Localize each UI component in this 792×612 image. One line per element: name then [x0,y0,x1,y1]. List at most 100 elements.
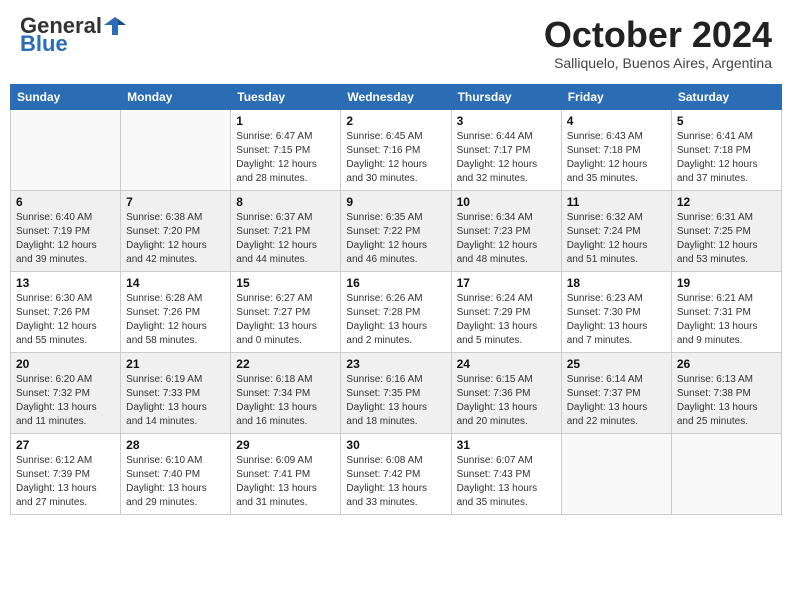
day-info: Sunrise: 6:28 AMSunset: 7:26 PMDaylight:… [126,292,225,348]
day-number: 11 [567,195,666,209]
day-info: Sunrise: 6:37 AMSunset: 7:21 PMDaylight:… [236,211,335,267]
day-number: 8 [236,195,335,209]
calendar-day-cell: 28 Sunrise: 6:10 AMSunset: 7:40 PMDayligh… [121,433,231,514]
day-number: 2 [346,114,445,128]
day-info: Sunrise: 6:10 AMSunset: 7:40 PMDaylight:… [126,454,225,510]
logo: General Blue [20,15,126,55]
location-text: Salliquelo, Buenos Aires, Argentina [544,55,772,71]
day-info: Sunrise: 6:35 AMSunset: 7:22 PMDaylight:… [346,211,445,267]
calendar-day-cell: 18 Sunrise: 6:23 AMSunset: 7:30 PMDayligh… [561,271,671,352]
calendar-day-cell [11,109,121,190]
weekday-header-monday: Monday [121,84,231,109]
day-number: 3 [457,114,556,128]
calendar-day-cell: 13 Sunrise: 6:30 AMSunset: 7:26 PMDayligh… [11,271,121,352]
weekday-header-row: SundayMondayTuesdayWednesdayThursdayFrid… [11,84,782,109]
day-info: Sunrise: 6:26 AMSunset: 7:28 PMDaylight:… [346,292,445,348]
calendar-week-row: 1 Sunrise: 6:47 AMSunset: 7:15 PMDaylight… [11,109,782,190]
calendar-day-cell: 20Sunrise: 6:20 AMSunset: 7:32 PMDayligh… [11,352,121,433]
day-info: Sunrise: 6:12 AMSunset: 7:39 PMDaylight:… [16,454,115,510]
day-number: 24 [457,357,556,371]
day-number: 26 [677,357,776,371]
day-number: 25 [567,357,666,371]
calendar-week-row: 20Sunrise: 6:20 AMSunset: 7:32 PMDayligh… [11,352,782,433]
day-info: Sunrise: 6:15 AMSunset: 7:36 PMDaylight:… [457,373,556,429]
day-number: 6 [16,195,115,209]
day-number: 22 [236,357,335,371]
day-number: 23 [346,357,445,371]
day-info: Sunrise: 6:32 AMSunset: 7:24 PMDaylight:… [567,211,666,267]
calendar-day-cell: 30 Sunrise: 6:08 AMSunset: 7:42 PMDayligh… [341,433,451,514]
day-info: Sunrise: 6:16 AMSunset: 7:35 PMDaylight:… [346,373,445,429]
calendar-day-cell: 11 Sunrise: 6:32 AMSunset: 7:24 PMDayligh… [561,190,671,271]
weekday-header-thursday: Thursday [451,84,561,109]
calendar-day-cell: 24 Sunrise: 6:15 AMSunset: 7:36 PMDayligh… [451,352,561,433]
day-number: 19 [677,276,776,290]
calendar-day-cell: 15 Sunrise: 6:27 AMSunset: 7:27 PMDayligh… [231,271,341,352]
day-info: Sunrise: 6:23 AMSunset: 7:30 PMDaylight:… [567,292,666,348]
calendar-day-cell [671,433,781,514]
day-number: 9 [346,195,445,209]
calendar-day-cell: 10 Sunrise: 6:34 AMSunset: 7:23 PMDayligh… [451,190,561,271]
page-header: General Blue October 2024 Salliquelo, Bu… [10,10,782,76]
calendar-day-cell: 9 Sunrise: 6:35 AMSunset: 7:22 PMDaylight… [341,190,451,271]
calendar-day-cell: 21 Sunrise: 6:19 AMSunset: 7:33 PMDayligh… [121,352,231,433]
calendar-day-cell: 31 Sunrise: 6:07 AMSunset: 7:43 PMDayligh… [451,433,561,514]
calendar-day-cell: 12Sunrise: 6:31 AMSunset: 7:25 PMDayligh… [671,190,781,271]
day-info: Sunrise: 6:18 AMSunset: 7:34 PMDaylight:… [236,373,335,429]
month-title: October 2024 [544,15,772,55]
calendar-day-cell: 26 Sunrise: 6:13 AMSunset: 7:38 PMDayligh… [671,352,781,433]
day-number: 27 [16,438,115,452]
day-number: 31 [457,438,556,452]
day-info: Sunrise: 6:44 AMSunset: 7:17 PMDaylight:… [457,130,556,186]
day-info: Sunrise: 6:31 AMSunset: 7:25 PMDaylight:… [677,211,776,267]
day-info: Sunrise: 6:24 AMSunset: 7:29 PMDaylight:… [457,292,556,348]
title-section: October 2024 Salliquelo, Buenos Aires, A… [544,15,772,71]
day-info: Sunrise: 6:27 AMSunset: 7:27 PMDaylight:… [236,292,335,348]
day-info: Sunrise: 6:38 AMSunset: 7:20 PMDaylight:… [126,211,225,267]
calendar-day-cell: 23 Sunrise: 6:16 AMSunset: 7:35 PMDayligh… [341,352,451,433]
calendar-day-cell: 6Sunrise: 6:40 AMSunset: 7:19 PMDaylight… [11,190,121,271]
day-number: 17 [457,276,556,290]
day-number: 10 [457,195,556,209]
calendar-day-cell: 29Sunrise: 6:09 AMSunset: 7:41 PMDayligh… [231,433,341,514]
calendar-day-cell: 27 Sunrise: 6:12 AMSunset: 7:39 PMDayligh… [11,433,121,514]
day-number: 16 [346,276,445,290]
day-info: Sunrise: 6:43 AMSunset: 7:18 PMDaylight:… [567,130,666,186]
day-info: Sunrise: 6:14 AMSunset: 7:37 PMDaylight:… [567,373,666,429]
weekday-header-wednesday: Wednesday [341,84,451,109]
day-number: 20 [16,357,115,371]
day-info: Sunrise: 6:19 AMSunset: 7:33 PMDaylight:… [126,373,225,429]
day-info: Sunrise: 6:47 AMSunset: 7:15 PMDaylight:… [236,130,335,186]
day-info: Sunrise: 6:13 AMSunset: 7:38 PMDaylight:… [677,373,776,429]
calendar-day-cell: 4Sunrise: 6:43 AMSunset: 7:18 PMDaylight… [561,109,671,190]
calendar-day-cell: 8 Sunrise: 6:37 AMSunset: 7:21 PMDaylight… [231,190,341,271]
day-number: 1 [236,114,335,128]
day-number: 30 [346,438,445,452]
calendar-day-cell: 1 Sunrise: 6:47 AMSunset: 7:15 PMDaylight… [231,109,341,190]
day-number: 7 [126,195,225,209]
calendar-day-cell [121,109,231,190]
day-info: Sunrise: 6:41 AMSunset: 7:18 PMDaylight:… [677,130,776,186]
calendar-week-row: 6Sunrise: 6:40 AMSunset: 7:19 PMDaylight… [11,190,782,271]
calendar-table: SundayMondayTuesdayWednesdayThursdayFrid… [10,84,782,515]
day-info: Sunrise: 6:09 AMSunset: 7:41 PMDaylight:… [236,454,335,510]
day-number: 5 [677,114,776,128]
day-number: 28 [126,438,225,452]
calendar-day-cell [561,433,671,514]
day-info: Sunrise: 6:34 AMSunset: 7:23 PMDaylight:… [457,211,556,267]
calendar-day-cell: 3 Sunrise: 6:44 AMSunset: 7:17 PMDaylight… [451,109,561,190]
calendar-week-row: 27 Sunrise: 6:12 AMSunset: 7:39 PMDayligh… [11,433,782,514]
day-info: Sunrise: 6:21 AMSunset: 7:31 PMDaylight:… [677,292,776,348]
day-info: Sunrise: 6:45 AMSunset: 7:16 PMDaylight:… [346,130,445,186]
day-number: 15 [236,276,335,290]
weekday-header-friday: Friday [561,84,671,109]
day-number: 13 [16,276,115,290]
day-info: Sunrise: 6:07 AMSunset: 7:43 PMDaylight:… [457,454,556,510]
calendar-day-cell: 19 Sunrise: 6:21 AMSunset: 7:31 PMDayligh… [671,271,781,352]
day-info: Sunrise: 6:30 AMSunset: 7:26 PMDaylight:… [16,292,115,348]
day-number: 14 [126,276,225,290]
calendar-week-row: 13 Sunrise: 6:30 AMSunset: 7:26 PMDayligh… [11,271,782,352]
day-number: 21 [126,357,225,371]
day-info: Sunrise: 6:08 AMSunset: 7:42 PMDaylight:… [346,454,445,510]
day-number: 18 [567,276,666,290]
